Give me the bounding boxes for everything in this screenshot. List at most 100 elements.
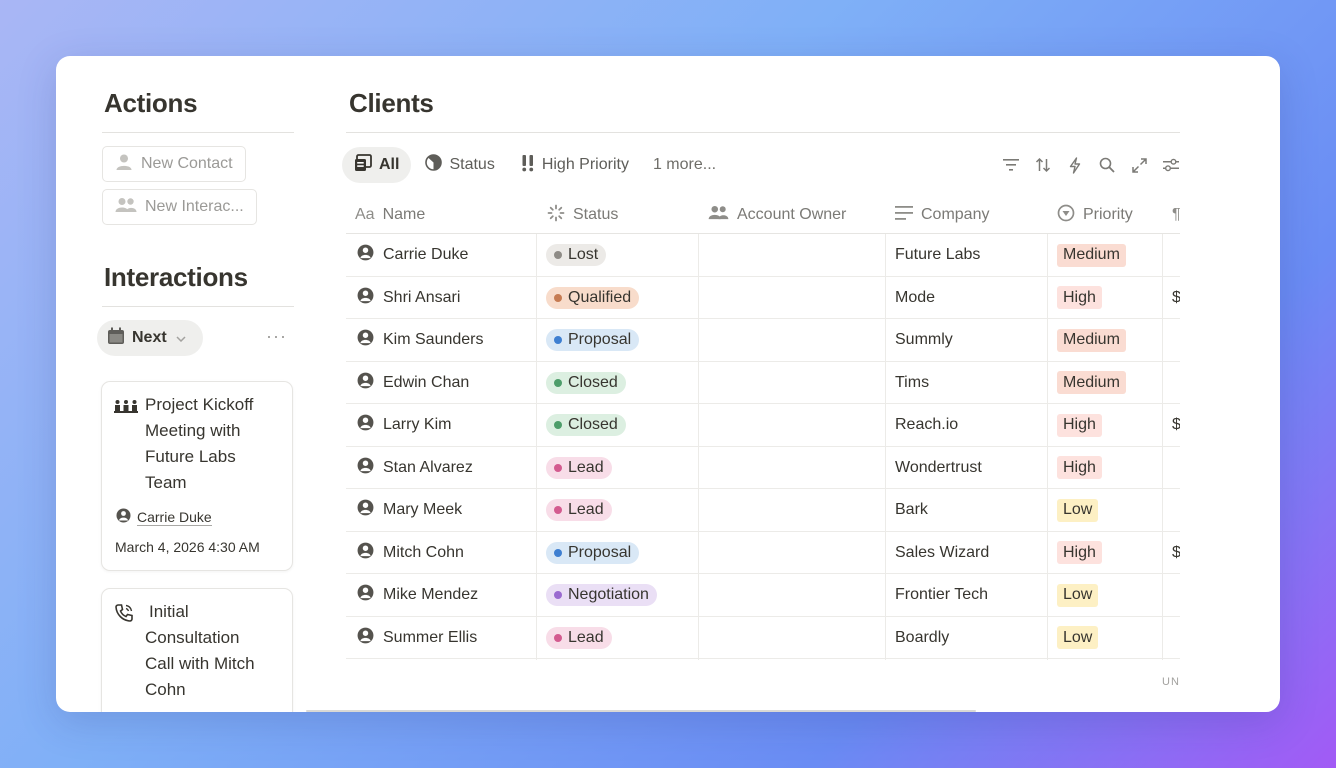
name-cell[interactable]: Larry Kim <box>357 404 451 446</box>
company-cell[interactable]: Frontier Tech <box>895 574 988 616</box>
status-dot <box>554 336 562 344</box>
company-cell[interactable]: Boardly <box>895 617 949 659</box>
name-cell[interactable]: Summer Ellis <box>357 617 477 659</box>
column-header-priority[interactable]: Priority <box>1057 196 1133 234</box>
table-row[interactable]: Mitch Cohn Proposal Sales Wizard High $ <box>346 532 1180 574</box>
status-cell[interactable]: Lead <box>546 617 612 659</box>
status-label: Proposal <box>568 543 632 561</box>
status-cell[interactable]: Qualified <box>546 277 640 319</box>
priority-cell[interactable]: High <box>1057 277 1102 319</box>
tab-high-priority-label: High Priority <box>541 156 629 173</box>
settings-sliders-icon[interactable] <box>1162 156 1180 174</box>
company-cell[interactable]: Reach.io <box>895 404 958 446</box>
expand-icon[interactable] <box>1130 156 1148 174</box>
priority-badge: Medium <box>1057 328 1126 352</box>
table-row[interactable]: Summer Ellis Lead Boardly Low <box>346 617 1180 659</box>
lightning-icon[interactable] <box>1066 156 1084 174</box>
table-row[interactable]: Stan Alvarez Lead Wondertrust High <box>346 447 1180 489</box>
new-interaction-button[interactable]: New Interac... <box>102 189 257 225</box>
column-header-label: Status <box>573 206 619 223</box>
table-row[interactable]: Mike Mendez Negotiation Frontier Tech Low <box>346 574 1180 617</box>
company-cell[interactable]: Future Labs <box>895 234 980 276</box>
new-contact-button[interactable]: New Contact <box>102 146 246 182</box>
clipped-cell <box>1172 574 1180 616</box>
title-line: Project Kickoff <box>145 395 254 414</box>
name-cell[interactable]: Kim Saunders <box>357 319 484 361</box>
status-cell[interactable]: Proposal <box>546 319 640 361</box>
column-header-name[interactable]: Aa Name <box>355 196 425 234</box>
status-badge: Negotiation <box>546 584 657 606</box>
company-cell[interactable]: Mode <box>895 277 935 319</box>
tab-high-priority[interactable]: High Priority <box>509 147 641 183</box>
name-cell[interactable]: Mary Meek <box>357 489 462 531</box>
priority-cell[interactable]: Medium <box>1057 234 1126 276</box>
title-line: Cohn <box>145 680 186 699</box>
priority-cell[interactable]: Medium <box>1057 362 1126 404</box>
table-row[interactable]: Shri Ansari Qualified Mode High $ <box>346 277 1180 319</box>
tab-status[interactable]: Status <box>413 147 506 183</box>
client-name: Kim Saunders <box>383 331 484 348</box>
table-row[interactable]: Carrie Duke Lost Future Labs Medium <box>346 234 1180 277</box>
sort-icon[interactable] <box>1034 156 1052 174</box>
actions-heading: Actions <box>104 88 198 118</box>
interactions-heading: Interactions <box>104 262 248 292</box>
name-cell[interactable]: Mike Mendez <box>357 574 478 616</box>
priority-cell[interactable]: Low <box>1057 489 1099 531</box>
horizontal-scrollbar[interactable] <box>306 710 976 712</box>
status-cell[interactable]: Closed <box>546 404 626 446</box>
clients-heading: Clients <box>349 88 434 118</box>
status-cell[interactable]: Lead <box>546 447 612 489</box>
avatar-icon <box>357 499 374 521</box>
priority-cell[interactable]: Medium <box>1057 319 1126 361</box>
name-cell[interactable]: Edwin Chan <box>357 362 469 404</box>
table-row[interactable]: Mary Meek Lead Bark Low <box>346 489 1180 532</box>
column-header-status[interactable]: Status <box>547 196 618 234</box>
status-badge: Proposal <box>546 329 640 351</box>
people-icon <box>115 197 137 218</box>
table-row[interactable]: Kim Saunders Proposal Summly Medium <box>346 319 1180 362</box>
company-cell[interactable]: Tims <box>895 362 929 404</box>
status-cell[interactable]: Lead <box>546 489 612 531</box>
avatar-icon <box>357 329 374 351</box>
interaction-card[interactable]: Initial Consultation Call with Mitch Coh… <box>101 588 293 712</box>
name-cell[interactable]: Carrie Duke <box>357 234 468 276</box>
name-cell[interactable]: Stan Alvarez <box>357 447 473 489</box>
column-header-company[interactable]: Company <box>895 196 989 234</box>
status-cell[interactable]: Closed <box>546 362 626 404</box>
filter-icon[interactable] <box>1002 156 1020 174</box>
company-cell[interactable]: Bark <box>895 489 928 531</box>
search-icon[interactable] <box>1098 156 1116 174</box>
status-cell[interactable]: Negotiation <box>546 574 657 616</box>
divider <box>102 132 294 133</box>
priority-cell[interactable]: Low <box>1057 617 1099 659</box>
column-divider <box>885 234 886 660</box>
status-badge: Qualified <box>546 286 640 309</box>
priority-badge: Low <box>1057 583 1099 607</box>
interaction-title: Project Kickoff Meeting with Future Labs… <box>145 392 275 496</box>
chevron-down-icon <box>176 331 186 345</box>
company-cell[interactable]: Summly <box>895 319 953 361</box>
priority-cell[interactable]: High <box>1057 532 1102 574</box>
name-cell[interactable]: Shri Ansari <box>357 277 460 319</box>
table-row[interactable]: Larry Kim Closed Reach.io High $ <box>346 404 1180 447</box>
more-options-icon[interactable]: ··· <box>266 326 287 347</box>
table-row[interactable]: Edwin Chan Closed Tims Medium <box>346 362 1180 404</box>
priority-cell[interactable]: Low <box>1057 574 1099 616</box>
priority-cell[interactable]: High <box>1057 447 1102 489</box>
next-view-button[interactable]: Next <box>97 320 203 356</box>
tab-all[interactable]: All <box>342 147 412 183</box>
name-cell[interactable]: Mitch Cohn <box>357 532 464 574</box>
more-views-button[interactable]: 1 more... <box>643 156 726 174</box>
column-header-account-owner[interactable]: Account Owner <box>708 196 846 234</box>
company-cell[interactable]: Sales Wizard <box>895 532 989 574</box>
card-contact[interactable]: Carrie Duke <box>116 508 212 526</box>
avatar-icon <box>116 508 131 526</box>
status-cell[interactable]: Proposal <box>546 532 640 574</box>
priority-cell[interactable]: High <box>1057 404 1102 446</box>
title-line: Consultation <box>145 628 240 647</box>
interaction-card[interactable]: Project Kickoff Meeting with Future Labs… <box>101 381 293 571</box>
clipped-cell: $ <box>1172 404 1180 446</box>
status-dot <box>554 633 562 642</box>
company-cell[interactable]: Wondertrust <box>895 447 982 489</box>
status-cell[interactable]: Lost <box>546 234 607 276</box>
